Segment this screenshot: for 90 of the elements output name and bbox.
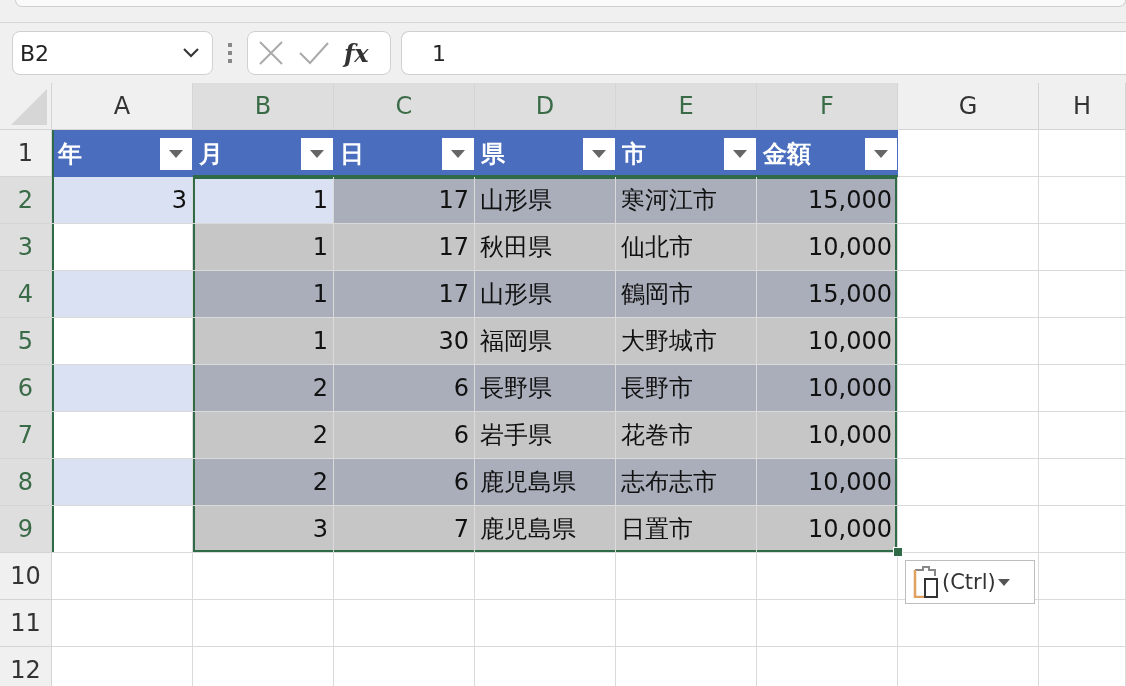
table-cell: 3 bbox=[193, 506, 334, 553]
row-header[interactable]: 7 bbox=[0, 412, 52, 459]
column-header[interactable]: A bbox=[52, 83, 193, 130]
insert-function-button[interactable]: fx bbox=[344, 38, 369, 68]
table-cell: 大野城市 bbox=[616, 318, 757, 365]
dropdown-arrow-icon bbox=[310, 149, 324, 158]
table-header-cell-text: 年 bbox=[58, 138, 82, 170]
table-cell: 6 bbox=[334, 412, 475, 459]
formula-input[interactable]: 1 bbox=[401, 31, 1126, 75]
name-box[interactable]: B2 bbox=[12, 31, 213, 75]
table-cell: 2 bbox=[193, 412, 334, 459]
table-cell: 福岡県 bbox=[475, 318, 616, 365]
row-header[interactable]: 1 bbox=[0, 130, 52, 177]
table-header-cell-text: 市 bbox=[622, 138, 646, 170]
dropdown-arrow-icon bbox=[451, 149, 465, 158]
filter-button[interactable] bbox=[583, 137, 615, 170]
table-header-cell-text: 日 bbox=[340, 138, 364, 170]
table-cell: 10,000 bbox=[757, 365, 898, 412]
table-cell: 2 bbox=[193, 459, 334, 506]
table-cell: 鹿児島県 bbox=[475, 459, 616, 506]
table-cell: 鶴岡市 bbox=[616, 271, 757, 318]
table-cell: 志布志市 bbox=[616, 459, 757, 506]
filter-button[interactable] bbox=[865, 137, 897, 170]
row-header[interactable]: 5 bbox=[0, 318, 52, 365]
row-header[interactable]: 11 bbox=[0, 600, 52, 647]
row-header[interactable]: 3 bbox=[0, 224, 52, 271]
table-cell: 岩手県 bbox=[475, 412, 616, 459]
table-cell: 10,000 bbox=[757, 318, 898, 365]
table-cell: 鹿児島県 bbox=[475, 506, 616, 553]
table-cell: 1 bbox=[193, 177, 334, 224]
check-icon[interactable] bbox=[298, 41, 330, 65]
table-cell: 10,000 bbox=[757, 506, 898, 553]
table-cell: 17 bbox=[334, 224, 475, 271]
row-header[interactable]: 12 bbox=[0, 647, 52, 686]
chevron-down-icon bbox=[182, 47, 200, 59]
table-cell: 10,000 bbox=[757, 459, 898, 506]
table-header-cell-text: 金額 bbox=[763, 138, 811, 170]
table-cell: 1 bbox=[193, 271, 334, 318]
table-cell: 花巻市 bbox=[616, 412, 757, 459]
filter-button[interactable] bbox=[442, 137, 474, 170]
filter-button[interactable] bbox=[160, 137, 192, 170]
triangle-icon bbox=[11, 89, 47, 125]
drag-handle-icon[interactable] bbox=[227, 42, 233, 64]
table-cell: 10,000 bbox=[757, 412, 898, 459]
table-cell: 2 bbox=[193, 365, 334, 412]
caret-icon bbox=[997, 578, 1010, 586]
table-cell: 15,000 bbox=[757, 177, 898, 224]
table-cell: 17 bbox=[334, 271, 475, 318]
column-header[interactable]: H bbox=[1039, 83, 1126, 130]
table-cell: 1 bbox=[193, 224, 334, 271]
table-header-cell-text: 県 bbox=[481, 138, 505, 170]
table-cell: 10,000 bbox=[757, 224, 898, 271]
paste-options-button[interactable]: (Ctrl) bbox=[905, 560, 1035, 604]
table-cell: 山形県 bbox=[475, 177, 616, 224]
table-cell: 7 bbox=[334, 506, 475, 553]
table-cell: 15,000 bbox=[757, 271, 898, 318]
column-header[interactable]: E bbox=[616, 83, 757, 130]
filter-button[interactable] bbox=[301, 137, 333, 170]
table-cell: 寒河江市 bbox=[616, 177, 757, 224]
table-header-cell-text: 月 bbox=[199, 138, 223, 170]
row-header[interactable]: 6 bbox=[0, 365, 52, 412]
dropdown-arrow-icon bbox=[874, 149, 888, 158]
table-cell: 山形県 bbox=[475, 271, 616, 318]
table-cell: 秋田県 bbox=[475, 224, 616, 271]
column-header[interactable]: B bbox=[193, 83, 334, 130]
table-cell: 日置市 bbox=[616, 506, 757, 553]
row-header[interactable]: 8 bbox=[0, 459, 52, 506]
table-cell: 1 bbox=[193, 318, 334, 365]
dropdown-arrow-icon bbox=[592, 149, 606, 158]
dropdown-arrow-icon bbox=[169, 149, 183, 158]
column-header[interactable]: F bbox=[757, 83, 898, 130]
table-cell: 30 bbox=[334, 318, 475, 365]
table-cell: 3 bbox=[52, 177, 193, 224]
table-cell: 6 bbox=[334, 365, 475, 412]
table-cell: 仙北市 bbox=[616, 224, 757, 271]
column-header[interactable]: D bbox=[475, 83, 616, 130]
table-cell: 6 bbox=[334, 459, 475, 506]
fill-handle[interactable] bbox=[893, 547, 903, 557]
column-header[interactable]: C bbox=[334, 83, 475, 130]
column-header[interactable]: G bbox=[898, 83, 1039, 130]
table-cell: 長野市 bbox=[616, 365, 757, 412]
row-header[interactable]: 4 bbox=[0, 271, 52, 318]
row-header[interactable]: 2 bbox=[0, 177, 52, 224]
dropdown-arrow-icon bbox=[733, 149, 747, 158]
row-header[interactable]: 9 bbox=[0, 506, 52, 553]
filter-button[interactable] bbox=[724, 137, 756, 170]
clipboard-icon bbox=[912, 566, 940, 598]
table-cell: 長野県 bbox=[475, 365, 616, 412]
row-header[interactable]: 10 bbox=[0, 553, 52, 600]
table-cell: 17 bbox=[334, 177, 475, 224]
